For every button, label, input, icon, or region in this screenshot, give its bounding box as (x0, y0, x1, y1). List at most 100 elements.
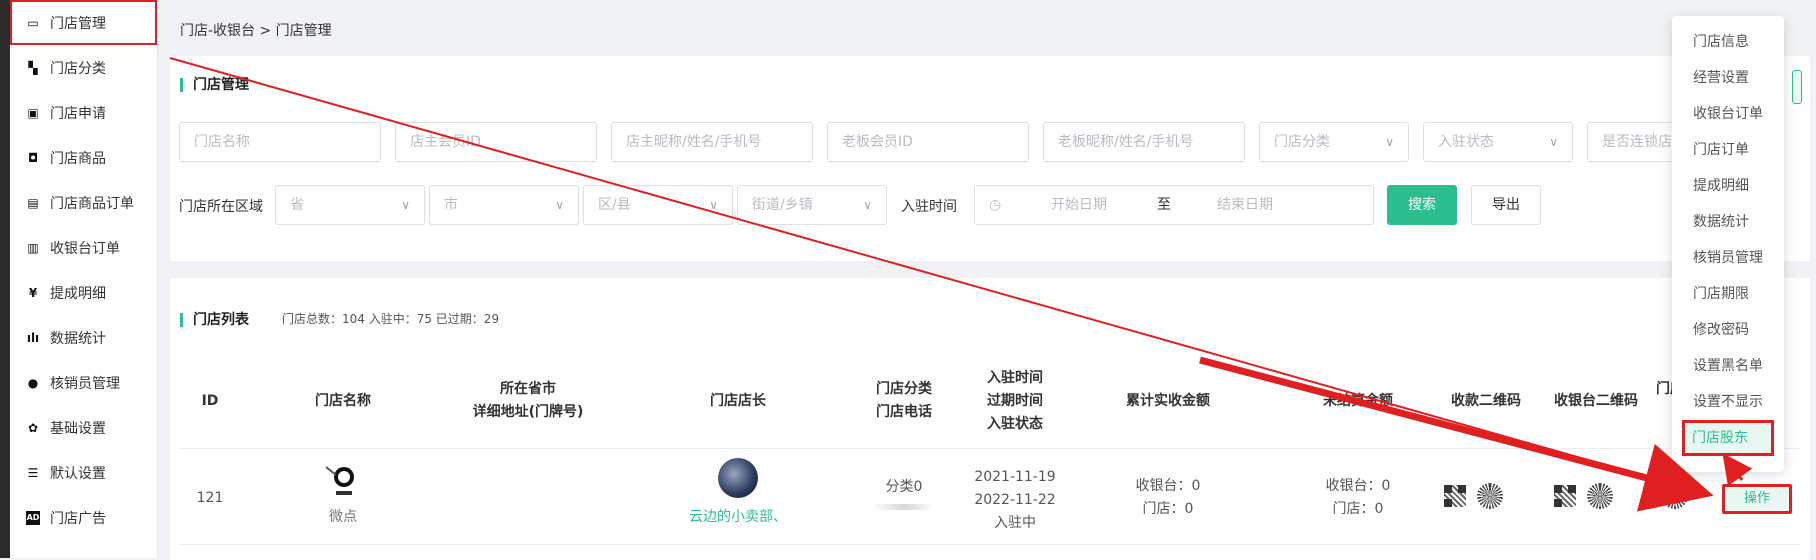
province-select[interactable]: 省 ∨ (275, 185, 425, 225)
boss-info-input[interactable]: 老板昵称/姓名/手机号 (1043, 122, 1245, 162)
street-select-value: 街道/乡镇 (752, 197, 813, 213)
store-wechat-code-icon[interactable] (1662, 483, 1688, 509)
sidebar-item-label: 收银台订单 (50, 240, 120, 257)
status-select[interactable]: 入驻状态 ∨ (1423, 122, 1573, 162)
col-pay-qr: 收款二维码 (1451, 393, 1521, 409)
menu-item-business-settings[interactable]: 经营设置 (1672, 60, 1784, 96)
expire-date-value: 2022-11-22 (974, 492, 1056, 508)
sidebar-item-store-ads[interactable]: AD 门店广告 (10, 495, 157, 540)
store-logo-image (322, 461, 362, 501)
cashier-wechat-code-icon[interactable] (1587, 483, 1613, 509)
category-select-value: 门店分类 (1274, 134, 1330, 150)
status-value: 入驻中 (994, 515, 1036, 531)
store-stats: 门店总数：104 入驻中：75 已过期：29 (282, 312, 500, 326)
street-select[interactable]: 街道/乡镇 ∨ (737, 185, 887, 225)
menu-item-blacklist[interactable]: 设置黑名单 (1672, 348, 1784, 384)
sidebar-item-label: 核销员管理 (50, 375, 120, 392)
list-section-title: 门店列表 (180, 313, 249, 327)
sidebar-item-store-management[interactable]: ▭ 门店管理 (10, 0, 157, 45)
sidebar-item-label: 门店广告 (50, 510, 106, 527)
sidebar-item-label: 基础设置 (50, 420, 106, 437)
user-icon: ● (27, 375, 39, 390)
col-address-1: 所在省市 (500, 381, 556, 397)
menu-item-verifiers[interactable]: 核销员管理 (1672, 240, 1784, 276)
manager-name-link[interactable]: 云边的小卖部、 (640, 506, 836, 529)
start-date-input[interactable]: 开始日期 (1051, 186, 1107, 224)
store-name-text: 微点 (329, 509, 357, 525)
chevron-down-icon: ∨ (555, 198, 564, 212)
region-label: 门店所在区域 (179, 199, 263, 215)
col-address-2: 详细地址(门牌号) (472, 404, 584, 420)
sidebar-item-default-settings[interactable]: ☰ 默认设置 (10, 450, 157, 495)
operation-button[interactable]: 操作 (1722, 484, 1792, 514)
manager-avatar (718, 458, 758, 498)
unsettled-store-value: 门店：0 (1332, 501, 1384, 517)
col-id: ID (201, 393, 219, 409)
header-divider (180, 448, 1800, 449)
sidebar-item-label: 门店分类 (50, 60, 106, 77)
city-select[interactable]: 市 ∨ (429, 185, 579, 225)
category-value: 分类0 (885, 479, 923, 495)
sidebar-item-store-category[interactable]: ▚ 门店分类 (10, 45, 157, 90)
total-store-value: 门店：0 (1142, 501, 1194, 517)
join-date-value: 2021-11-19 (974, 469, 1056, 485)
owner-info-input[interactable]: 店主昵称/姓名/手机号 (611, 122, 813, 162)
menu-item-hide[interactable]: 设置不显示 (1672, 384, 1784, 420)
total-cashier-value: 收银台：0 (1135, 478, 1201, 494)
date-range-picker[interactable]: ◷ 开始日期 至 结束日期 (974, 185, 1374, 225)
district-select-value: 区/县 (598, 197, 631, 213)
clipboard-icon: ▤ (27, 195, 39, 210)
menu-item-cashier-orders[interactable]: 收银台订单 (1672, 96, 1784, 132)
sidebar-item-basic-settings[interactable]: ✿ 基础设置 (10, 405, 157, 450)
chart-icon: ılı (26, 330, 40, 345)
district-select[interactable]: 区/县 ∨ (583, 185, 733, 225)
chevron-down-icon: ∨ (863, 198, 872, 212)
sidebar-item-label: 数据统计 (50, 330, 106, 347)
ad-icon: AD (26, 510, 40, 525)
menu-item-store-orders[interactable]: 门店订单 (1672, 132, 1784, 168)
owner-member-id-input[interactable]: 店主会员ID (395, 122, 597, 162)
col-expire-time: 过期时间 (987, 393, 1043, 409)
panel-edge-button[interactable] (1792, 70, 1802, 104)
store-name-input[interactable]: 门店名称 (179, 122, 381, 162)
sidebar-item-store-goods-orders[interactable]: ▤ 门店商品订单 (10, 180, 157, 225)
menu-item-change-password[interactable]: 修改密码 (1672, 312, 1784, 348)
filter-section-title: 门店管理 (180, 78, 249, 92)
export-button[interactable]: 导出 (1471, 185, 1541, 225)
sidebar-item-cashier-orders[interactable]: ▥ 收银台订单 (10, 225, 157, 270)
unsettled-cashier-value: 收银台：0 (1325, 478, 1391, 494)
clock-icon: ◷ (989, 197, 1002, 213)
sidebar-item-commission[interactable]: ¥ 提成明细 (10, 270, 157, 315)
menu-item-store-info[interactable]: 门店信息 (1672, 24, 1784, 60)
sidebar-item-store-application[interactable]: ▣ 门店申请 (10, 90, 157, 135)
sidebar-item-store-goods[interactable]: ◘ 门店商品 (10, 135, 157, 180)
sidebar-item-statistics[interactable]: ılı 数据统计 (10, 315, 157, 360)
end-date-input[interactable]: 结束日期 (1217, 186, 1273, 224)
yuan-icon: ¥ (28, 285, 38, 300)
boss-member-id-input[interactable]: 老板会员ID (827, 122, 1029, 162)
grid-icon: ▚ (28, 60, 38, 75)
blurred-phone (874, 504, 934, 510)
store-list-panel: 门店列表 门店总数：104 入驻中：75 已过期：29 ID 门店名称 所在省市… (170, 278, 1810, 560)
menu-item-shareholders[interactable]: 门店股东 (1682, 420, 1774, 456)
gear-icon: ✿ (27, 420, 39, 435)
search-button[interactable]: 搜索 (1387, 185, 1457, 225)
breadcrumb: 门店-收银台 > 门店管理 (180, 23, 332, 39)
chain-select-value: 是否连锁店 (1602, 134, 1672, 150)
col-phone: 门店电话 (876, 404, 932, 420)
sidebar-item-label: 提成明细 (50, 285, 106, 302)
menu-item-commission[interactable]: 提成明细 (1672, 168, 1784, 204)
date-separator: 至 (1157, 197, 1171, 213)
menu-item-store-term[interactable]: 门店期限 (1672, 276, 1784, 312)
col-manager: 门店店长 (710, 393, 766, 409)
menu-item-statistics[interactable]: 数据统计 (1672, 204, 1784, 240)
sidebar-item-verifiers[interactable]: ● 核销员管理 (10, 360, 157, 405)
category-select[interactable]: 门店分类 ∨ (1259, 122, 1409, 162)
pay-qr-code-icon[interactable] (1444, 485, 1466, 507)
pay-wechat-code-icon[interactable] (1477, 483, 1503, 509)
sidebar-item-label: 门店管理 (50, 15, 106, 32)
inbox-icon: ▣ (27, 105, 39, 120)
filter-panel: 门店管理 门店名称 店主会员ID 店主昵称/姓名/手机号 老板会员ID 老板昵称… (170, 56, 1810, 261)
col-join-time: 入驻时间 (987, 370, 1043, 386)
cashier-qr-code-icon[interactable] (1554, 485, 1576, 507)
